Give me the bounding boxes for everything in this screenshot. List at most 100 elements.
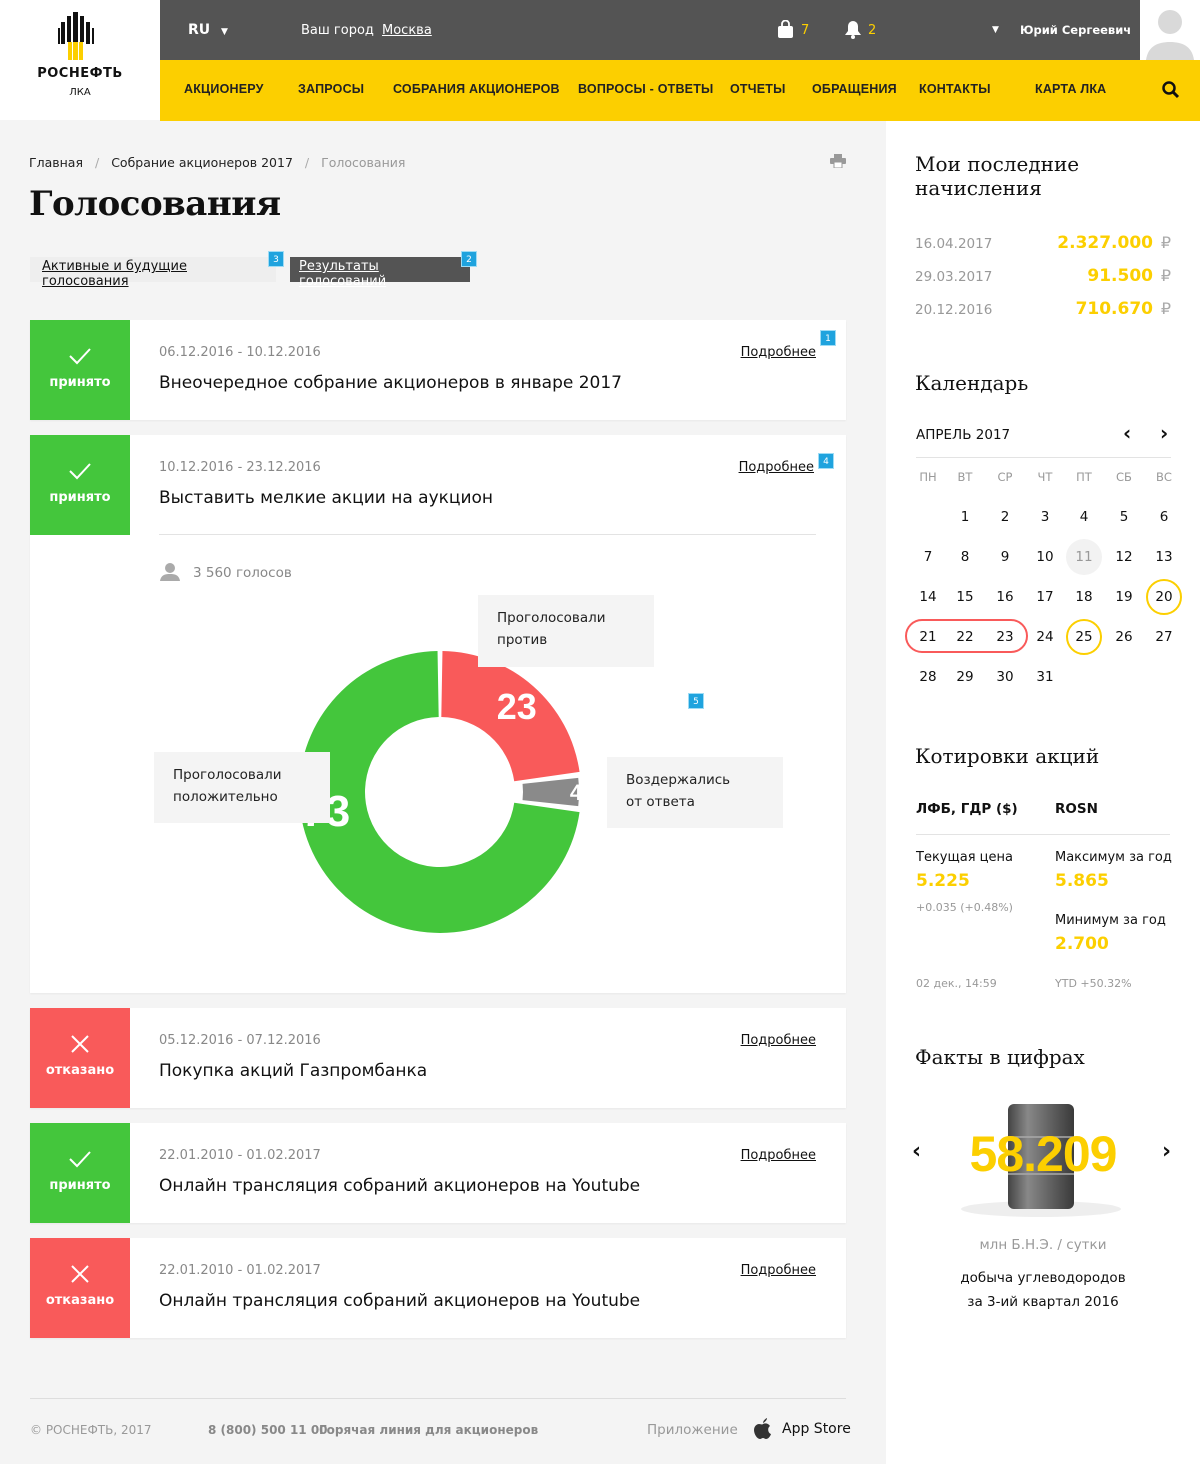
calendar-day[interactable]: 19 — [1106, 579, 1142, 615]
breadcrumb-home[interactable]: Главная — [29, 155, 83, 170]
calendar-day[interactable]: 29 — [947, 659, 983, 695]
vote-title: Онлайн трансляция собраний акционеров на… — [159, 1291, 641, 1311]
cross-icon — [71, 1265, 89, 1283]
vote-card: отказано 05.12.2016 - 07.12.2016 Покупка… — [30, 1008, 846, 1108]
calendar-day[interactable]: 14 — [910, 579, 946, 615]
nav-item[interactable]: ВОПРОСЫ - ОТВЕТЫ — [578, 82, 714, 96]
city-link[interactable]: Москва — [382, 23, 432, 38]
nav-item[interactable]: КОНТАКТЫ — [919, 82, 991, 96]
calendar-day[interactable]: 18 — [1066, 579, 1102, 615]
main-nav: АКЦИОНЕРУ ЗАПРОСЫ СОБРАНИЯ АКЦИОНЕРОВ ВО… — [160, 60, 1200, 121]
calendar-day[interactable]: 5 — [1106, 499, 1142, 535]
calendar-day[interactable]: 8 — [947, 539, 983, 575]
notifications-button[interactable]: 2 — [844, 20, 876, 43]
user-silhouette-icon — [1146, 10, 1194, 60]
calendar-day[interactable]: 17 — [1027, 579, 1063, 615]
calendar-day[interactable]: 28 — [910, 659, 946, 695]
status-badge: отказано — [30, 1238, 130, 1338]
calendar-day[interactable]: 2 — [987, 499, 1023, 535]
calendar-day[interactable]: 1 — [947, 499, 983, 535]
check-icon — [69, 348, 91, 365]
calendar-day[interactable]: 6 — [1146, 499, 1182, 535]
footer-divider — [30, 1398, 846, 1399]
facts-desc: за 3-ий квартал 2016 — [967, 1294, 1119, 1310]
calendar-day[interactable]: 16 — [987, 579, 1023, 615]
calendar-month: АПРЕЛЬ 2017 — [916, 427, 1011, 443]
calendar-day[interactable]: 31 — [1027, 659, 1063, 695]
vote-title: Покупка акций Газпромбанка — [159, 1061, 428, 1081]
cross-icon — [71, 1035, 89, 1053]
votes-count: 3 560 голосов — [193, 565, 292, 581]
calendar-day[interactable]: 15 — [947, 579, 983, 615]
user-menu-chevron-icon[interactable]: ▼ — [992, 25, 999, 35]
calendar-day[interactable]: 20 — [1146, 579, 1182, 615]
check-icon — [69, 1151, 91, 1168]
card-badge: 4 — [818, 453, 834, 469]
weekday-label: ЧТ — [1037, 470, 1053, 484]
nav-item[interactable]: СОБРАНИЯ АКЦИОНЕРОВ — [393, 82, 560, 96]
facts-value: 58.209 — [969, 1126, 1118, 1182]
calendar-day[interactable]: 25 — [1066, 619, 1102, 655]
tab-results[interactable]: Результаты голосований — [290, 257, 470, 289]
calendar-day[interactable]: 11 — [1066, 539, 1102, 575]
calendar-day[interactable]: 30 — [987, 659, 1023, 695]
search-icon[interactable] — [1162, 81, 1180, 99]
calendar-day[interactable]: 22 — [947, 619, 983, 655]
legend-for: Проголосовали положительно — [154, 752, 330, 823]
calendar-title: Календарь — [915, 371, 1029, 395]
calendar-day[interactable]: 4 — [1066, 499, 1102, 535]
calendar-day[interactable]: 21 — [910, 619, 946, 655]
calendar-day[interactable]: 7 — [910, 539, 946, 575]
city-label: Ваш город — [301, 23, 374, 38]
calendar-day[interactable]: 27 — [1146, 619, 1182, 655]
app-store-label: App Store — [782, 1421, 851, 1437]
calendar-day[interactable]: 3 — [1027, 499, 1063, 535]
year-max: 5.865 — [1055, 871, 1109, 891]
facts-desc: добыча углеводородов — [960, 1270, 1126, 1286]
check-icon — [69, 463, 91, 480]
accrual-amount: 2.327.000 — [1057, 233, 1153, 253]
calendar-day[interactable]: 10 — [1027, 539, 1063, 575]
top-bar: RU ▼ Ваш город Москва 7 2 ▼ Юрий Сергеев… — [160, 0, 1140, 60]
cart-count: 7 — [801, 23, 810, 38]
user-icon — [160, 563, 180, 581]
breadcrumb-meeting[interactable]: Собрание акционеров 2017 — [111, 155, 293, 170]
print-icon[interactable] — [830, 154, 846, 168]
nav-item[interactable]: ЗАПРОСЫ — [298, 82, 364, 96]
nav-item[interactable]: КАРТА ЛКА — [1035, 82, 1106, 96]
vote-results-donut: 23473 — [299, 651, 583, 933]
calendar-day[interactable]: 23 — [987, 619, 1023, 655]
calendar-next-chevron-icon[interactable]: › — [1160, 421, 1168, 445]
calendar-day[interactable]: 24 — [1027, 619, 1063, 655]
details-link[interactable]: Подробнее — [741, 1148, 816, 1163]
tab-active-votes[interactable]: Активные и будущие голосования — [30, 257, 276, 289]
calendar-prev-chevron-icon[interactable]: ‹ — [1123, 421, 1131, 445]
details-link[interactable]: Подробнее — [741, 1263, 816, 1278]
year-min-label: Минимум за год — [1055, 913, 1166, 928]
language-select[interactable]: RU ▼ — [188, 22, 228, 38]
nav-item[interactable]: АКЦИОНЕРУ — [184, 82, 264, 96]
details-link[interactable]: Подробнее — [741, 345, 816, 360]
tab-badge: 2 — [461, 251, 477, 267]
logo[interactable]: РОСНЕФТЬ ЛКА — [0, 0, 160, 120]
status-label: принято — [49, 1178, 111, 1193]
details-link[interactable]: Подробнее — [739, 460, 814, 475]
apple-icon — [754, 1418, 771, 1439]
hotline-phone[interactable]: 8 (800) 500 11 00 — [208, 1423, 328, 1437]
cart-button[interactable]: 7 — [778, 19, 809, 42]
breadcrumb-separator: / — [94, 155, 100, 170]
nav-item[interactable]: ОБРАЩЕНИЯ — [812, 82, 897, 96]
user-name[interactable]: Юрий Сергеевич — [1020, 23, 1131, 37]
avatar[interactable] — [1140, 0, 1200, 60]
calendar-day[interactable]: 9 — [987, 539, 1023, 575]
calendar-day[interactable]: 26 — [1106, 619, 1142, 655]
weekday-label: СР — [997, 470, 1013, 484]
details-link[interactable]: Подробнее — [741, 1033, 816, 1048]
calendar-day[interactable]: 13 — [1146, 539, 1182, 575]
ruble-icon: ₽ — [1160, 266, 1171, 285]
calendar-day[interactable]: 12 — [1106, 539, 1142, 575]
donut-value-label: 4 — [570, 780, 583, 805]
app-store-link[interactable]: App Store — [754, 1418, 851, 1443]
divider — [916, 457, 1171, 458]
nav-item[interactable]: ОТЧЕТЫ — [730, 82, 786, 96]
